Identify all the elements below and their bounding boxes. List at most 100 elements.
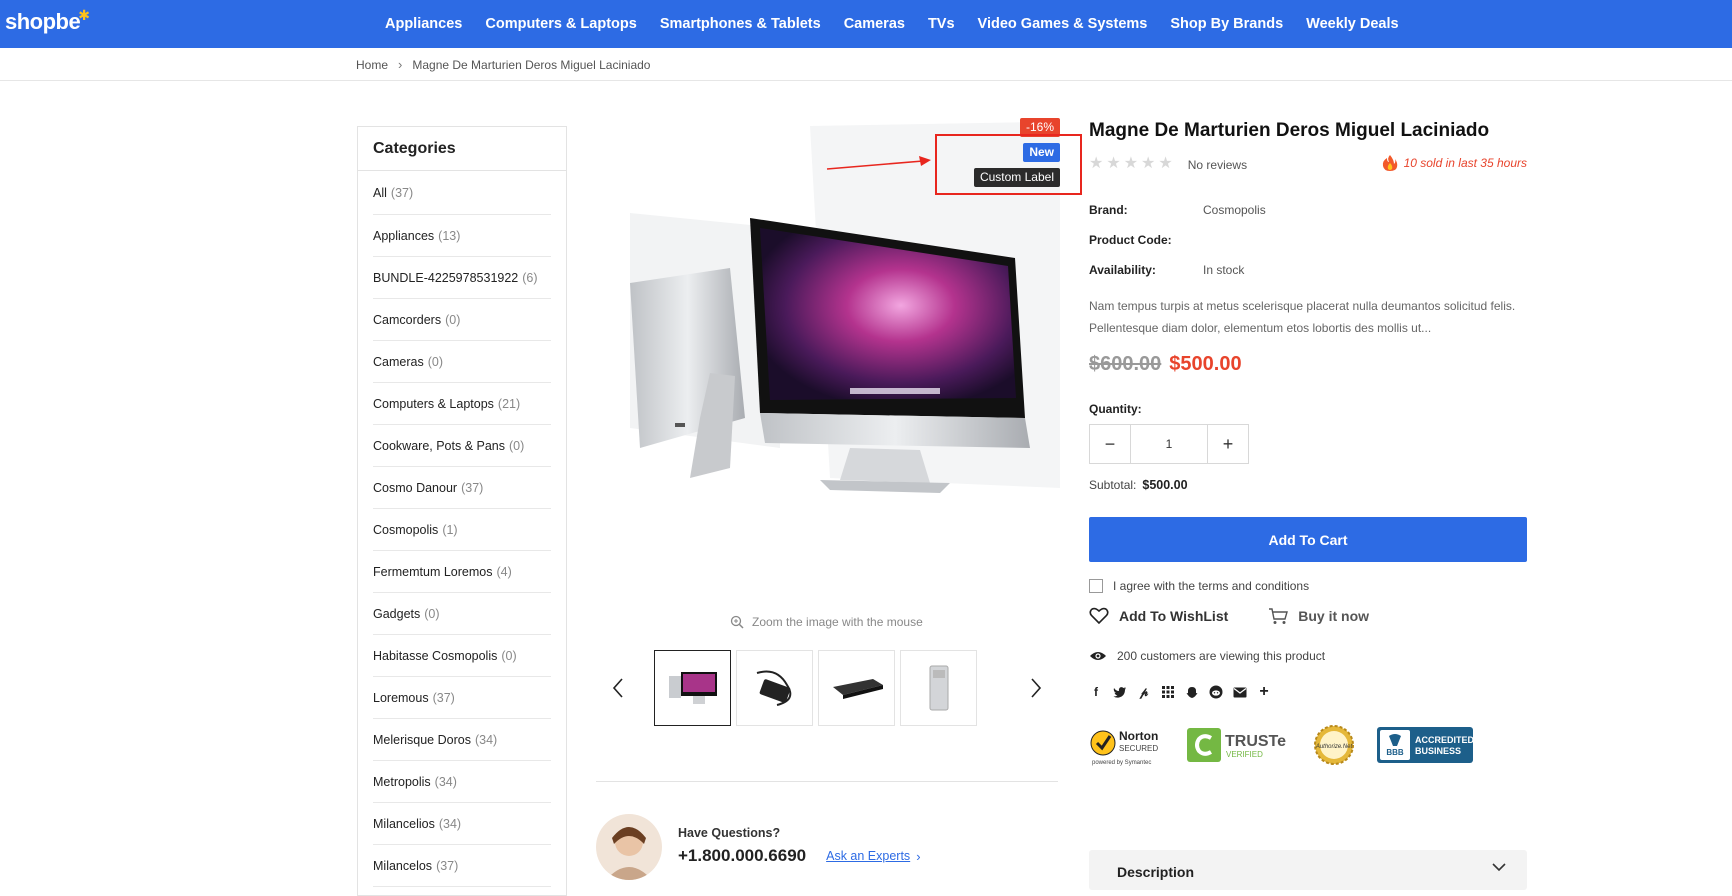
category-item[interactable]: Cameras (0) — [373, 341, 551, 383]
categories-sidebar: Categories All (37) Appliances (13) BUNDLE… — [357, 126, 567, 896]
product-meta: Brand: Cosmopolis Product Code: Availabil… — [1089, 195, 1527, 285]
sold-text: 10 sold in last 35 hours — [1403, 156, 1527, 170]
pinterest-icon[interactable]: 𝓅 — [1137, 685, 1151, 699]
category-item[interactable]: Fermemtum Loremos (4) — [373, 551, 551, 593]
product-code-label: Product Code: — [1089, 233, 1172, 247]
next-arrow-icon[interactable] — [1026, 673, 1046, 703]
category-label: Metropolis — [373, 774, 431, 789]
category-item[interactable]: Cosmo Danour (37) — [373, 467, 551, 509]
more-share-icon[interactable]: + — [1257, 683, 1271, 700]
quantity-input[interactable]: 1 — [1130, 425, 1208, 463]
nav-smartphones-tablets[interactable]: Smartphones & Tablets — [660, 16, 821, 32]
divider — [596, 781, 1058, 782]
annotation-arrow-icon — [826, 156, 931, 170]
thumbnail-adapter[interactable] — [736, 650, 813, 726]
category-label: Cookware, Pots & Pans — [373, 438, 506, 453]
terms-label: I agree with the terms and conditions — [1113, 579, 1310, 593]
facebook-icon[interactable]: f — [1089, 685, 1103, 699]
nav-computers-laptops[interactable]: Computers & Laptops — [485, 16, 636, 32]
brand-label: Brand: — [1089, 203, 1128, 217]
support-block: Have Questions? +1.800.000.6690 Ask an E… — [596, 814, 921, 880]
svg-text:SECURED: SECURED — [1119, 744, 1158, 753]
terms-checkbox[interactable] — [1089, 579, 1103, 593]
star-icon: ★ — [1123, 155, 1140, 172]
category-label: Cameras — [373, 354, 424, 369]
brand-value[interactable]: Cosmopolis — [1203, 203, 1266, 217]
category-count: (6) — [522, 270, 538, 285]
nav-cameras[interactable]: Cameras — [844, 16, 905, 32]
support-question: Have Questions? — [678, 826, 781, 840]
star-rating[interactable]: ★ ★ ★ ★ ★ — [1089, 153, 1174, 173]
nav-weekly-deals[interactable]: Weekly Deals — [1306, 16, 1398, 32]
nav-tvs[interactable]: TVs — [928, 16, 955, 32]
category-item[interactable]: Computers & Laptops (21) — [373, 383, 551, 425]
ask-experts-link[interactable]: Ask an Experts — [826, 849, 910, 863]
category-item[interactable]: Habitasse Cosmopolis (0) — [373, 635, 551, 677]
category-item[interactable]: All (37) — [373, 171, 551, 215]
chevron-right-icon: › — [916, 848, 921, 864]
star-icon: ★ — [1158, 155, 1174, 172]
category-item[interactable]: Gadgets (0) — [373, 593, 551, 635]
live-viewers: 200 customers are viewing this product — [1089, 649, 1527, 663]
thumbnail-carousel — [608, 650, 1048, 726]
minus-icon[interactable]: − — [1090, 425, 1130, 463]
svg-text:powered by Symantec: powered by Symantec — [1092, 760, 1151, 766]
category-item[interactable]: Appliances (13) — [373, 215, 551, 257]
chevron-right-icon: › — [398, 57, 403, 72]
category-item[interactable]: Milancelios (34) — [373, 803, 551, 845]
heart-icon — [1089, 607, 1109, 625]
category-label: Cosmopolis — [373, 522, 439, 537]
sold-counter: 10 sold in last 35 hours — [1382, 154, 1527, 172]
category-label: Melerisque Doros — [373, 732, 471, 747]
zoom-hint-text: Zoom the image with the mouse — [752, 615, 923, 629]
category-item[interactable]: Metropolis (34) — [373, 761, 551, 803]
category-label: Appliances — [373, 228, 435, 243]
prev-arrow-icon[interactable] — [608, 673, 628, 703]
top-navbar: shopbe✱ Appliances Computers & Laptops S… — [0, 0, 1732, 48]
terms-agreement: I agree with the terms and conditions — [1089, 579, 1527, 593]
buy-it-now-button[interactable]: Buy it now — [1268, 607, 1369, 625]
twitter-icon[interactable] — [1113, 685, 1127, 699]
chevron-down-icon — [1492, 863, 1506, 872]
category-label: Fermemtum Loremos — [373, 564, 493, 579]
subtotal-row: Subtotal: $500.00 — [1089, 478, 1527, 492]
secondary-actions: Add To WishList Buy it now — [1089, 607, 1527, 625]
tumblr-icon[interactable] — [1161, 685, 1175, 699]
category-label: Milancelos — [373, 858, 433, 873]
category-count: (37) — [461, 480, 484, 495]
description-accordion[interactable]: Description — [1089, 850, 1527, 890]
nav-shop-by-brands[interactable]: Shop By Brands — [1170, 16, 1283, 32]
plus-icon[interactable]: + — [1208, 425, 1248, 463]
category-item[interactable]: Camcorders (0) — [373, 299, 551, 341]
shopbe-logo[interactable]: shopbe✱ — [5, 7, 91, 35]
email-icon[interactable] — [1233, 685, 1247, 699]
category-list: All (37) Appliances (13) BUNDLE-4225978531… — [358, 171, 566, 887]
quantity-stepper: − 1 + — [1089, 424, 1249, 464]
breadcrumb-home[interactable]: Home — [356, 58, 388, 72]
thumbnail-tower[interactable] — [900, 650, 977, 726]
thumbnail-imac[interactable] — [654, 650, 731, 726]
category-count: (37) — [436, 858, 459, 873]
category-item[interactable]: Loremous (37) — [373, 677, 551, 719]
category-item[interactable]: Cosmopolis (1) — [373, 509, 551, 551]
category-item[interactable]: BUNDLE-4225978531922 (6) — [373, 257, 551, 299]
category-count: (34) — [474, 732, 498, 747]
snapchat-icon[interactable] — [1185, 685, 1199, 699]
category-count: (34) — [438, 816, 462, 831]
nav-appliances[interactable]: Appliances — [385, 16, 462, 32]
category-count: (1) — [442, 522, 458, 537]
category-item[interactable]: Milancelos (37) — [373, 845, 551, 887]
star-icon: ★ — [1106, 155, 1122, 172]
thumbnail-dock[interactable] — [818, 650, 895, 726]
add-to-wishlist-button[interactable]: Add To WishList — [1089, 607, 1228, 625]
zoom-icon — [730, 615, 744, 629]
category-item[interactable]: Melerisque Doros (34) — [373, 719, 551, 761]
add-to-cart-button[interactable]: Add To Cart — [1089, 517, 1527, 562]
category-item[interactable]: Cookware, Pots & Pans (0) — [373, 425, 551, 467]
support-phone[interactable]: +1.800.000.6690 — [678, 846, 806, 866]
category-count: (0) — [427, 354, 443, 369]
reddit-icon[interactable] — [1209, 685, 1223, 699]
nav-video-games[interactable]: Video Games & Systems — [978, 16, 1148, 32]
category-label: Loremous — [373, 690, 429, 705]
main-nav: Appliances Computers & Laptops Smartphon… — [385, 0, 1422, 48]
